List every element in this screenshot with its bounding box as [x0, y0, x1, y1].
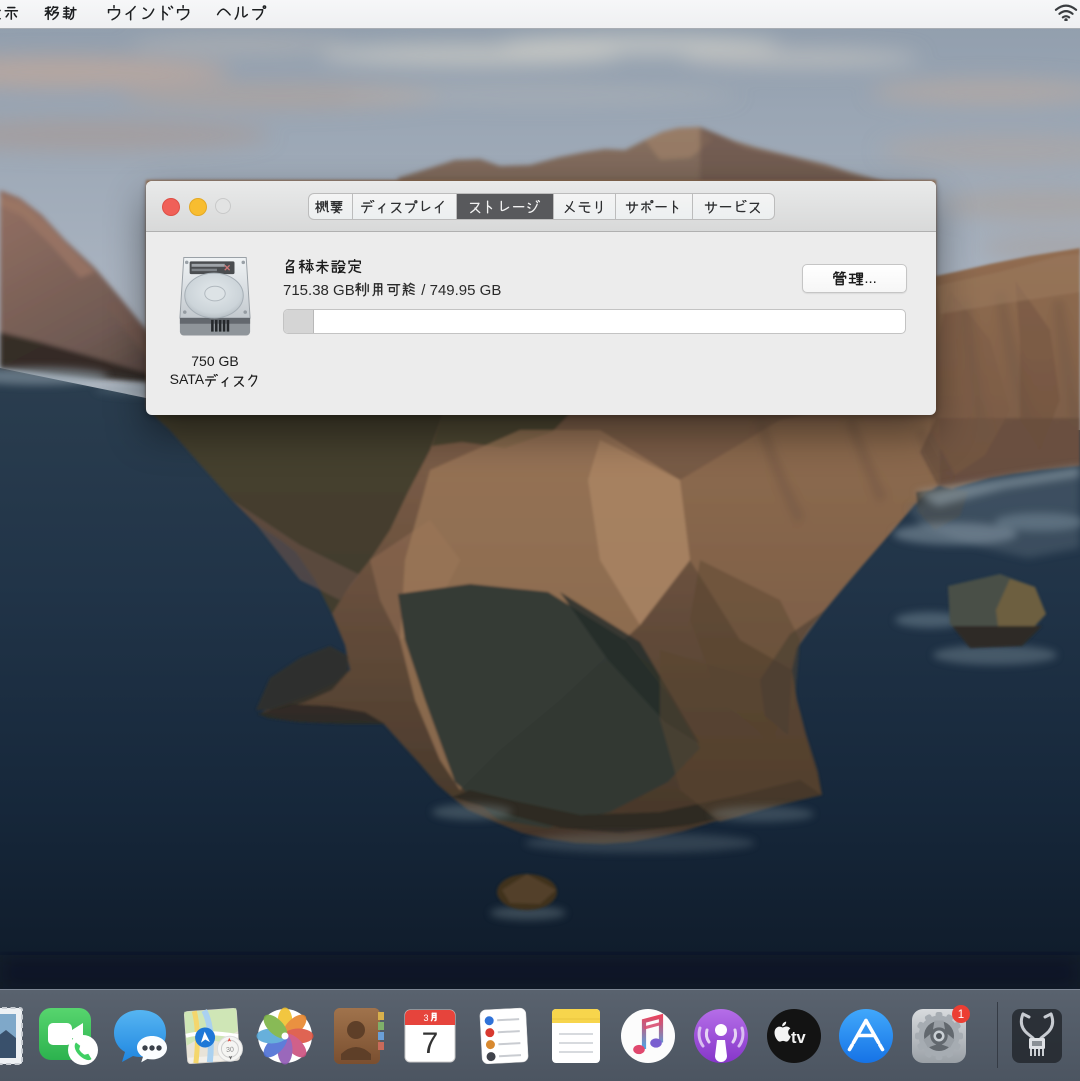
svg-text:3: 3: [423, 1013, 428, 1023]
svg-text:tv: tv: [791, 1029, 806, 1047]
svg-text:1: 1: [958, 1009, 964, 1021]
svg-text:7: 7: [422, 1027, 439, 1060]
svg-text:30: 30: [226, 1047, 234, 1055]
